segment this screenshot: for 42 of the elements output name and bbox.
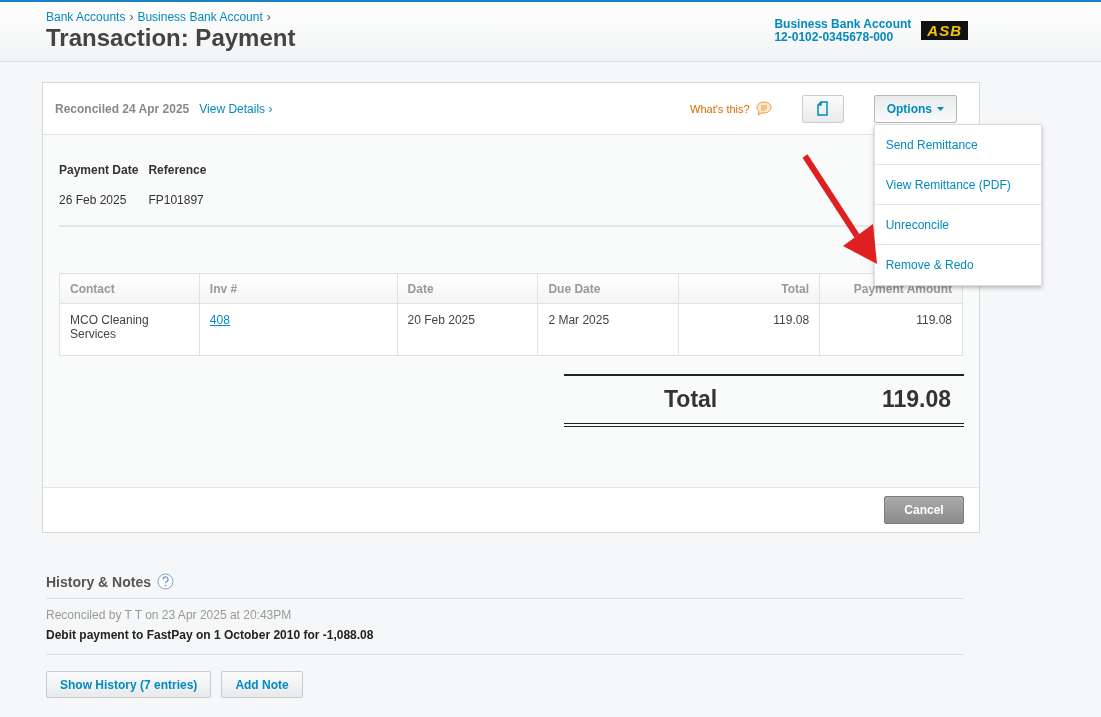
menu-item[interactable]: Send Remittance (874, 124, 1041, 165)
table-cell: 20 Feb 2025 (397, 303, 538, 356)
help-icon[interactable] (157, 573, 175, 590)
document-icon (817, 101, 829, 116)
bank-logo: ASB (921, 21, 968, 40)
column-header: Date (397, 273, 538, 304)
whats-this-link[interactable]: What's this? (690, 101, 772, 116)
page-title: Transaction: Payment (46, 24, 296, 52)
breadcrumb-link[interactable]: Bank Accounts (46, 10, 126, 24)
reconciled-status: Reconciled 24 Apr 2025 (55, 101, 190, 116)
speech-bubble-icon (755, 101, 772, 116)
history-button[interactable]: Add Note (221, 671, 303, 698)
field-label: Reference (148, 163, 207, 177)
history-entry-meta: Reconciled by T T on 23 Apr 2025 at 20:43PM (46, 608, 293, 622)
field-value: FP101897 (148, 193, 205, 207)
breadcrumb-separator: › (266, 10, 271, 24)
history-button[interactable]: Show History (7 entries) (46, 671, 212, 698)
account-name: Business Bank Account (774, 18, 912, 31)
breadcrumb-separator: › (129, 10, 134, 24)
column-header: Contact (59, 273, 200, 304)
column-header: Inv # (199, 273, 398, 304)
history-title: History & Notes (46, 573, 152, 590)
table-cell: MCO Cleaning Services (59, 303, 200, 356)
document-button[interactable] (801, 94, 844, 123)
table-cell: 2 Mar 2025 (537, 303, 679, 356)
total-label: Total (664, 386, 718, 413)
menu-item[interactable]: View Remittance (PDF) (874, 164, 1041, 205)
table-cell: 119.08 (678, 303, 820, 356)
caret-icon (937, 106, 944, 111)
column-header: Due Date (537, 273, 679, 304)
view-details-link[interactable]: View Details › (199, 101, 273, 116)
field-value: 26 Feb 2025 (59, 193, 128, 207)
account-number: 12-0102-0345678-000 (774, 31, 895, 44)
history-entry-text: Debit payment to FastPay on 1 October 2010 for -1,088.08 (46, 628, 375, 642)
field-label: Payment Date (59, 163, 139, 177)
column-header: Total (678, 273, 820, 304)
cancel-button[interactable]: Cancel (884, 496, 964, 524)
options-button[interactable]: Options (873, 94, 957, 123)
table-cell: 119.08 (819, 303, 963, 356)
total-value: 119.08 (881, 386, 951, 413)
invoice-link[interactable]: 408 (209, 313, 230, 327)
breadcrumb-link[interactable]: Business Bank Account (137, 10, 263, 24)
